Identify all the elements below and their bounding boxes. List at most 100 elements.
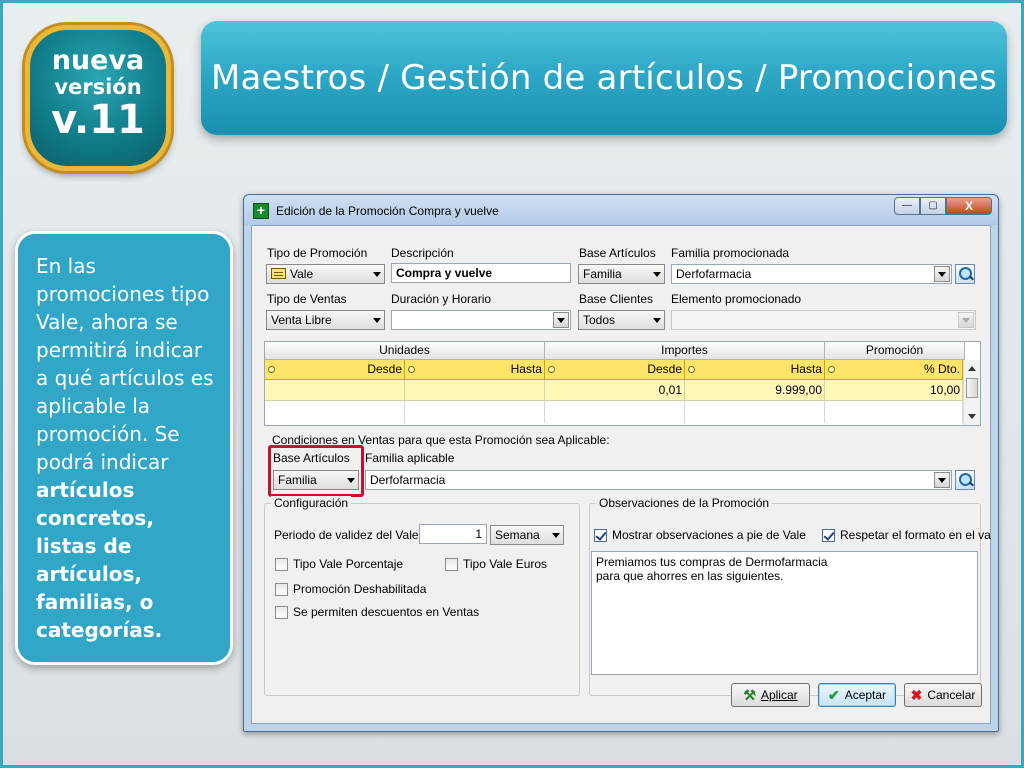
periodo-label: Periodo de validez del Vale: [274,528,422,542]
dropdown-arrow-icon [958,312,974,328]
grid-empty-cell[interactable] [265,401,405,423]
descripcion-label: Descripción [391,246,454,260]
tipo-promocion-select[interactable]: Vale [266,264,385,284]
conditions-familia-label: Familia aplicable [365,451,455,465]
scroll-down-icon[interactable] [968,414,976,419]
checkbox-box-checked[interactable] [822,528,835,542]
note-text: En las promociones tipo Vale, ahora se p… [36,254,214,474]
base-articulos-value: Familia [583,267,622,281]
version-logo: nueva versión v.11 [25,25,171,171]
dropdown-arrow-icon[interactable] [934,266,950,282]
base-articulos-select[interactable]: Familia [578,264,665,284]
highlight-box [268,445,364,497]
window-controls: — ▢ X [894,197,992,215]
grid-header-importes-desde[interactable]: Desde [545,360,685,380]
dropdown-arrow-icon[interactable] [553,312,569,328]
grid-cell[interactable] [265,380,405,401]
logo-line-3: v.11 [51,97,145,143]
grid-cell[interactable]: 0,01 [545,380,685,401]
grid-group-importes: Importes [545,342,825,360]
maximize-button[interactable]: ▢ [920,197,946,215]
checkbox-box[interactable] [275,582,288,596]
periodo-unit-select[interactable]: Semana [490,525,564,545]
grid-header-unidades-hasta[interactable]: Hasta [405,360,545,380]
sort-circle-icon [268,366,275,373]
grid-header-label: % Dto. [923,362,960,376]
chevron-down-icon [653,318,661,323]
scroll-thumb[interactable] [966,378,978,398]
grid-cell[interactable] [405,380,545,401]
tipo-promocion-value: Vale [290,267,314,281]
sort-circle-icon [828,366,835,373]
tipo-ventas-select[interactable]: Venta Libre [266,310,385,330]
checkbox-box[interactable] [445,557,458,571]
grid-empty-cell[interactable] [685,401,825,423]
checkbox-box-checked[interactable] [594,528,607,542]
apply-icon: ⚒ [743,687,756,703]
window-titlebar[interactable]: + Edición de la Promoción Compra y vuelv… [244,195,998,225]
base-articulos-label: Base Artículos [579,246,656,260]
dropdown-arrow-icon[interactable] [934,472,950,488]
window-client: Tipo de Promoción Descripción Base Artíc… [251,225,991,724]
checkbox-label: Promoción Deshabilitada [293,582,427,596]
grid-header-label: Hasta [790,362,822,376]
mostrar-observaciones-checkbox[interactable]: Mostrar observaciones a pie de Vale [594,528,806,542]
observaciones-textarea[interactable]: Premiamos tus compras de Dermofarmacia p… [591,551,978,675]
grid-cell[interactable]: 10,00 [825,380,963,401]
promotion-ranges-grid: Unidades Importes Promoción Desde Hasta … [264,341,981,426]
sort-circle-icon [548,366,555,373]
search-icon[interactable] [955,470,975,490]
title-banner: Maestros / Gestión de artículos / Promoc… [201,21,1007,135]
search-icon[interactable] [955,264,975,284]
checkbox-box[interactable] [275,557,288,571]
grid-cell[interactable]: 9.999,00 [685,380,825,401]
checkbox-label: Se permiten descuentos en Ventas [293,605,480,619]
duracion-horario-label: Duración y Horario [391,292,492,306]
info-note: En las promociones tipo Vale, ahora se p… [15,231,233,665]
periodo-unit-value: Semana [495,528,540,542]
sort-circle-icon [408,366,415,373]
grid-header-importes-hasta[interactable]: Hasta [685,360,825,380]
grid-scrollbar[interactable] [963,360,980,425]
base-clientes-value: Todos [583,313,616,327]
checkbox-label: Tipo Vale Euros [463,557,548,571]
conditions-familia-select[interactable]: Derfofarmacia [365,470,952,490]
checkbox-box[interactable] [275,605,288,619]
scroll-up-icon[interactable] [968,366,976,371]
grid-header-unidades-desde[interactable]: Desde [265,360,405,380]
sort-circle-icon [688,366,695,373]
minimize-button[interactable]: — [894,197,920,215]
tipo-vale-euros-checkbox[interactable]: Tipo Vale Euros [445,557,547,571]
periodo-input[interactable]: 1 [419,524,487,544]
familia-promocionada-select[interactable]: Derfofarmacia [671,264,952,284]
conditions-familia-value: Derfofarmacia [370,473,446,487]
close-button[interactable]: X [946,197,992,215]
descripcion-input[interactable]: Compra y vuelve [391,263,571,283]
grid-empty-cell[interactable] [405,401,545,423]
respetar-formato-checkbox[interactable]: Respetar el formato en el va [822,528,991,542]
elemento-promocionado-select [671,310,976,330]
base-clientes-select[interactable]: Todos [578,310,665,330]
cancel-x-icon: ✖ [910,687,923,703]
grid-empty-cell[interactable] [545,401,685,423]
vale-ticket-icon [271,268,286,280]
grid-header-dto[interactable]: % Dto. [825,360,963,380]
tipo-vale-porcentaje-checkbox[interactable]: Tipo Vale Porcentaje [275,557,403,571]
grid-group-promocion: Promoción [825,342,965,360]
duracion-horario-select[interactable] [391,310,571,330]
promocion-deshabilitada-checkbox[interactable]: Promoción Deshabilitada [275,582,426,596]
chevron-down-icon [653,272,661,277]
permiten-descuentos-checkbox[interactable]: Se permiten descuentos en Ventas [275,605,479,619]
grid-empty-cell[interactable] [825,401,963,423]
cancelar-button[interactable]: ✖ Cancelar [904,683,982,707]
observaciones-title: Observaciones de la Promoción [596,496,773,510]
aceptar-button[interactable]: ✔ Aceptar [818,683,896,707]
aplicar-button[interactable]: ⚒ Aplicar [731,683,810,707]
tipo-ventas-label: Tipo de Ventas [267,292,347,306]
note-text-bold: artículos concretos, listas de artículos… [36,478,163,642]
base-clientes-label: Base Clientes [579,292,654,306]
familia-promocionada-value: Derfofarmacia [676,267,752,281]
chevron-down-icon [373,318,381,323]
window-title: Edición de la Promoción Compra y vuelve [276,204,499,218]
grid-header-label: Desde [647,362,682,376]
